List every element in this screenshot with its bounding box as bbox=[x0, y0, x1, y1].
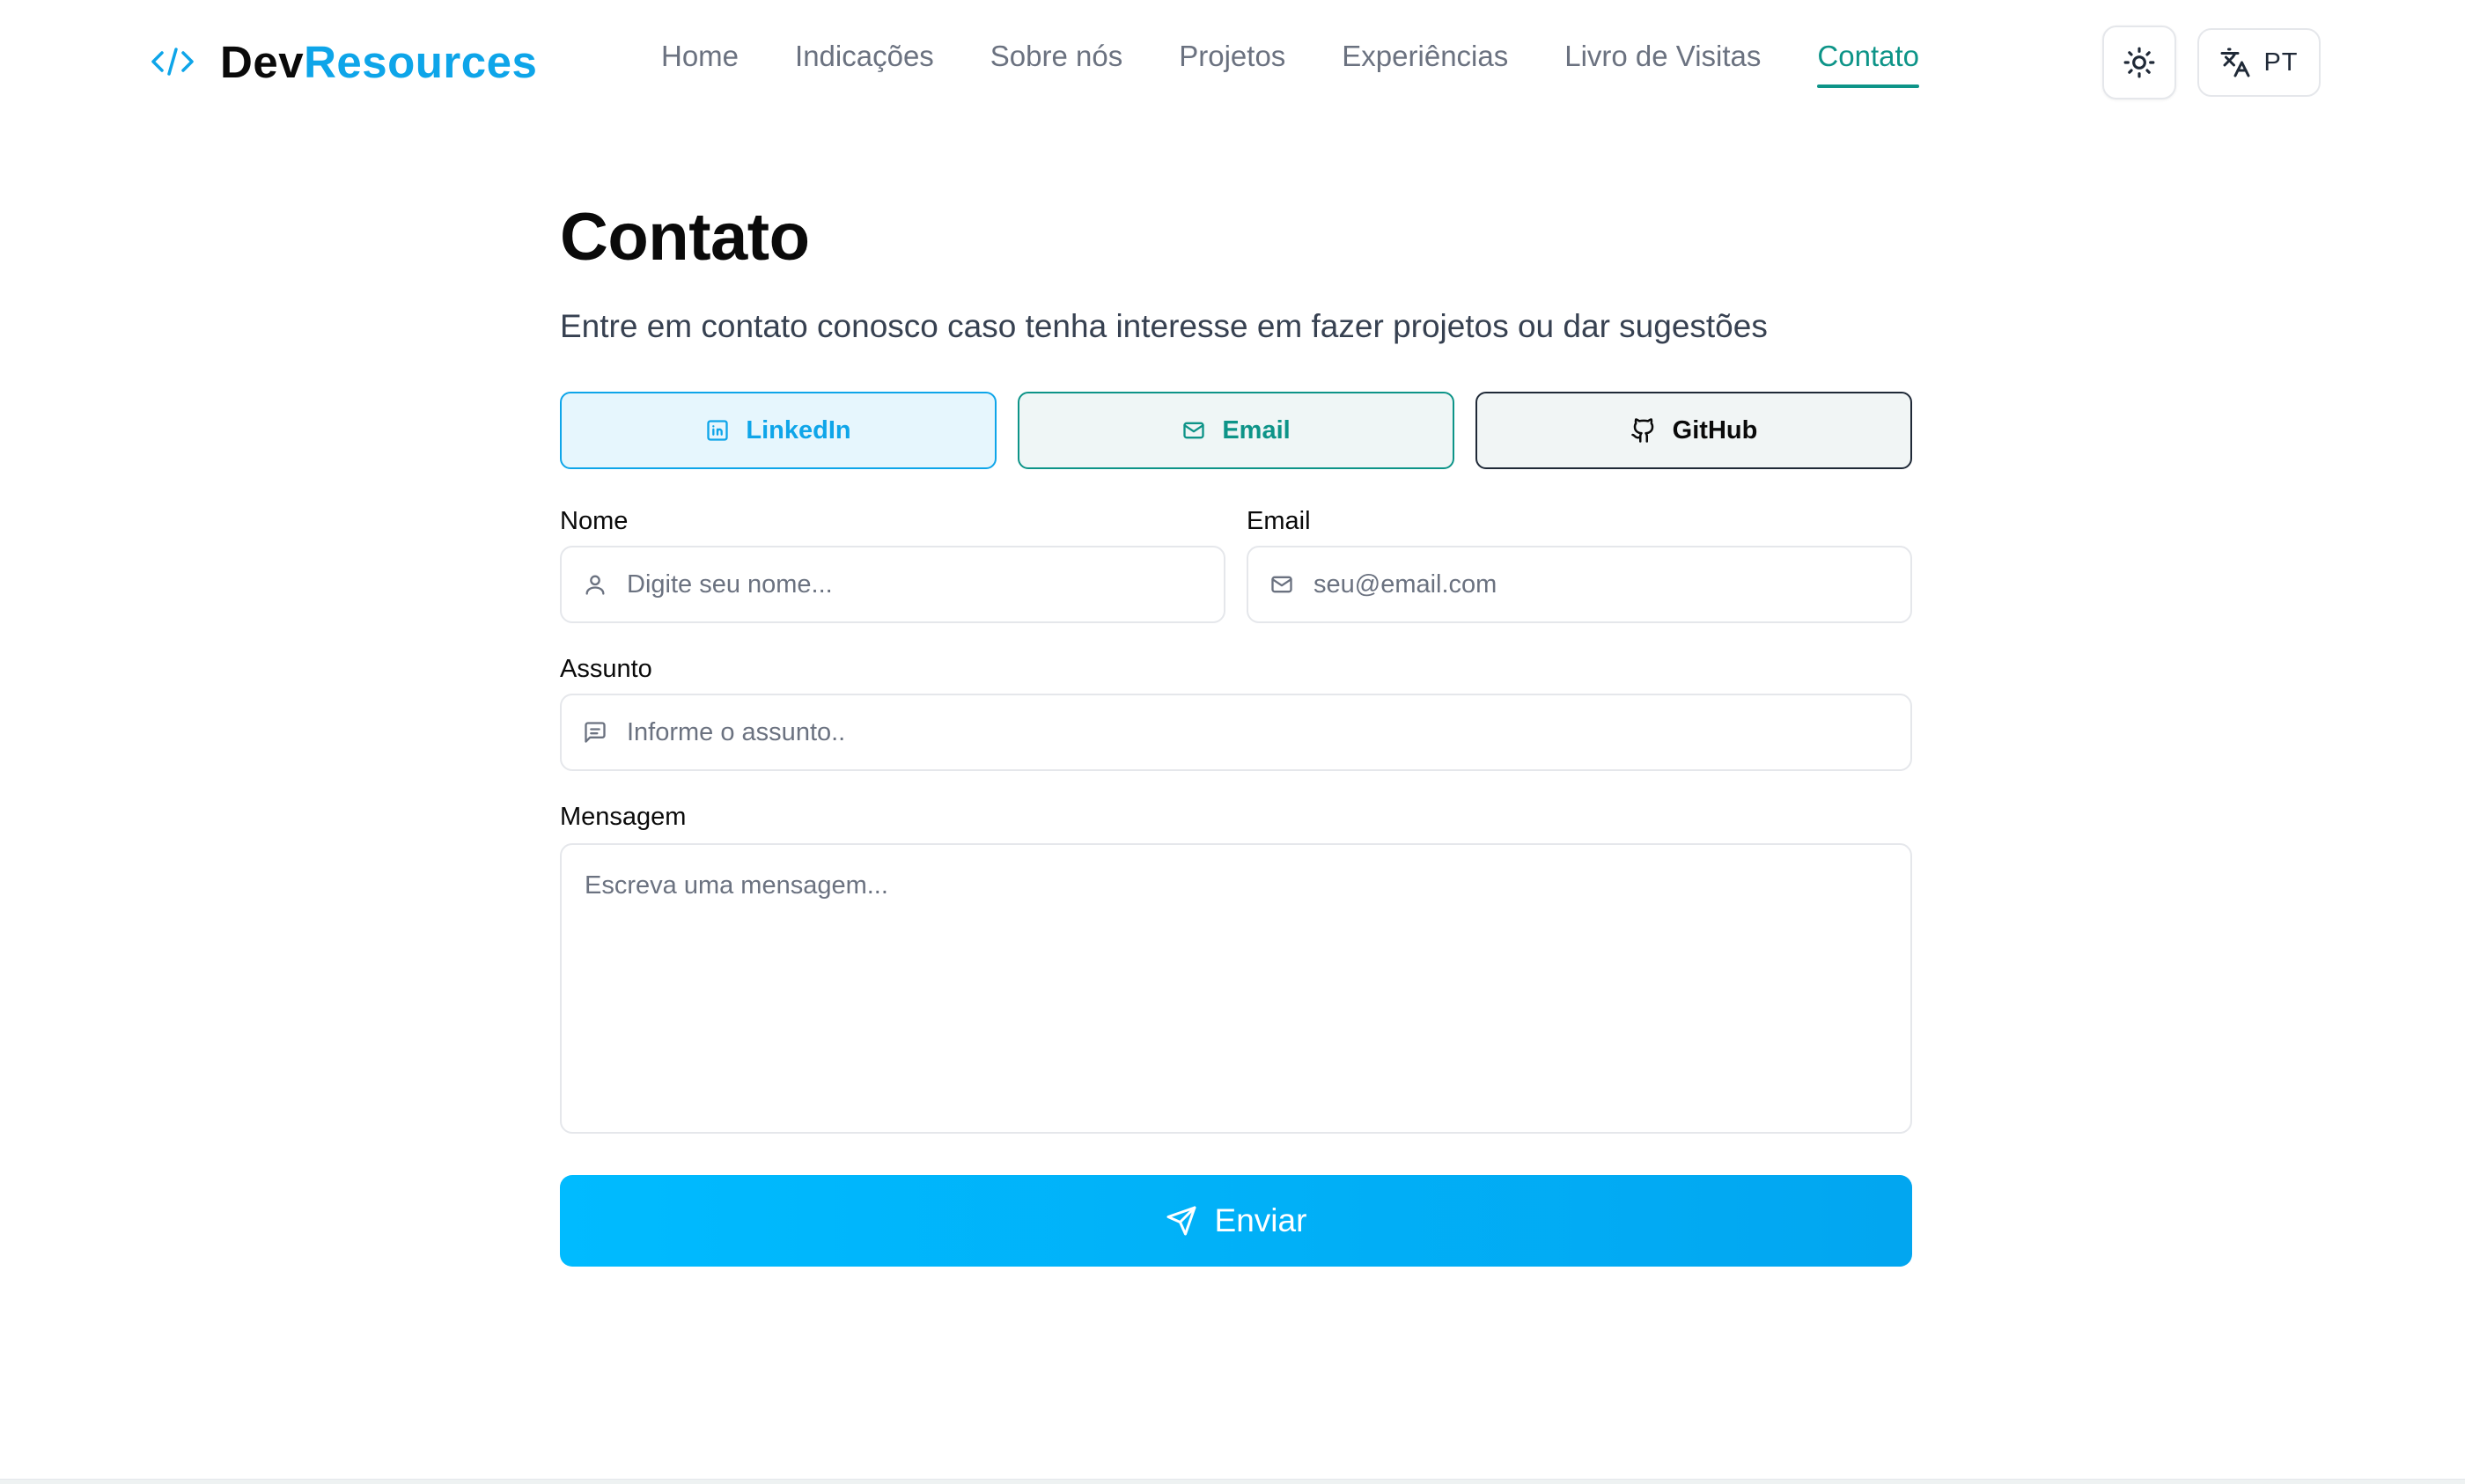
page-title: Contato bbox=[560, 200, 810, 275]
subject-input[interactable] bbox=[627, 717, 1910, 747]
brand-logo[interactable]: DevResources bbox=[150, 32, 537, 92]
nav-item-contato[interactable]: Contato bbox=[1817, 32, 1919, 88]
message-label: Mensagem bbox=[560, 803, 687, 831]
github-label: GitHub bbox=[1672, 415, 1758, 444]
nav-item-indicacoes[interactable]: Indicações bbox=[795, 32, 934, 81]
email-field bbox=[1247, 546, 1912, 623]
nav-item-experiencias[interactable]: Experiências bbox=[1342, 32, 1508, 81]
footer-divider bbox=[0, 1479, 2465, 1484]
language-label: PT bbox=[2263, 48, 2299, 77]
mail-icon bbox=[1181, 418, 1206, 443]
linkedin-button[interactable]: LinkedIn bbox=[560, 392, 997, 469]
translate-icon bbox=[2219, 47, 2251, 78]
brand-name: DevResources bbox=[220, 40, 537, 84]
email-button[interactable]: Email bbox=[1018, 392, 1454, 469]
nav-item-livro-de-visitas[interactable]: Livro de Visitas bbox=[1564, 32, 1761, 81]
email-input[interactable] bbox=[1313, 569, 1910, 599]
email-label: Email bbox=[1222, 415, 1291, 444]
subject-field bbox=[560, 694, 1912, 771]
social-links: LinkedIn Email GitHub bbox=[560, 392, 1912, 469]
email-field-label: Email bbox=[1247, 507, 1311, 535]
page-subtitle: Entre em contato conosco caso tenha inte… bbox=[560, 308, 1768, 344]
name-field bbox=[560, 546, 1225, 623]
submit-label: Enviar bbox=[1214, 1202, 1307, 1238]
language-switch-button[interactable]: PT bbox=[2197, 28, 2321, 97]
sun-icon bbox=[2123, 46, 2156, 79]
subject-label: Assunto bbox=[560, 655, 652, 683]
github-button[interactable]: GitHub bbox=[1475, 392, 1912, 469]
github-icon bbox=[1630, 417, 1657, 444]
brand-name-part1: Dev bbox=[220, 36, 305, 87]
nav-item-home[interactable]: Home bbox=[661, 32, 739, 81]
send-icon bbox=[1166, 1205, 1197, 1237]
name-input[interactable] bbox=[627, 569, 1224, 599]
submit-button[interactable]: Enviar bbox=[560, 1175, 1912, 1267]
code-icon bbox=[150, 44, 195, 79]
nav-item-sobre-nos[interactable]: Sobre nós bbox=[990, 32, 1122, 81]
message-square-icon bbox=[583, 720, 607, 745]
site-header: DevResources Home Indicações Sobre nós P… bbox=[0, 0, 2465, 125]
mail-icon bbox=[1269, 572, 1294, 597]
name-label: Nome bbox=[560, 507, 629, 535]
message-textarea[interactable] bbox=[560, 843, 1912, 1134]
linkedin-icon bbox=[705, 418, 730, 443]
linkedin-label: LinkedIn bbox=[746, 415, 851, 444]
brand-name-part2: Resources bbox=[304, 36, 538, 87]
user-icon bbox=[583, 572, 607, 597]
main-nav: Home Indicações Sobre nós Projetos Exper… bbox=[661, 32, 1919, 88]
theme-toggle-button[interactable] bbox=[2102, 26, 2176, 99]
nav-item-projetos[interactable]: Projetos bbox=[1179, 32, 1285, 81]
